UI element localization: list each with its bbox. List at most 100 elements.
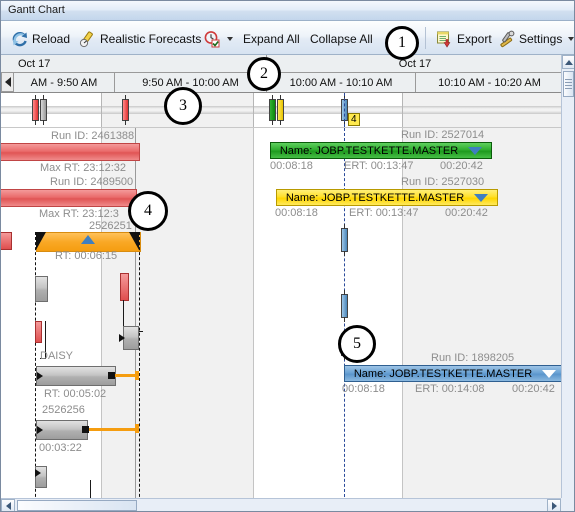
connector-end-marker [82, 426, 89, 433]
job-end-time: 00:20:42 [512, 383, 555, 395]
timeline-slot-0: AM - 9:50 AM [30, 76, 98, 89]
timeline-header: Oct 17 Oct 17 AM - 9:50 AM 9:50 AM - 10:… [1, 55, 574, 93]
job-name-label: Name: JOBP.TESTKETTE.MASTER [353, 367, 533, 380]
task-bar-red-small[interactable] [120, 273, 129, 301]
current-time-indicator [344, 93, 345, 127]
callout-5: 5 [338, 325, 376, 363]
task-bar-red-small[interactable] [1, 232, 12, 250]
timeline-slot-2: 10:00 AM - 10:10 AM [289, 76, 393, 89]
collapse-all-button[interactable]: Collapse All [306, 25, 377, 53]
gantt-chart-window: Gantt Chart Reload Realistic Forecasts E… [0, 0, 575, 512]
chevron-down-icon [568, 37, 574, 41]
task-run-id: 2526251 [89, 220, 132, 232]
task-bar-red[interactable] [1, 189, 137, 207]
timeline-slot-3: 10:10 AM - 10:20 AM [438, 76, 541, 89]
marker-blue[interactable] [341, 224, 348, 256]
task-run-id: 2526256 [42, 404, 85, 416]
connector-arrow-icon [37, 372, 43, 380]
dependency-link [115, 374, 137, 377]
collapse-triangle-icon[interactable] [468, 146, 483, 155]
export-button[interactable]: Export [432, 25, 496, 53]
settings-dropdown[interactable]: Settings [494, 25, 574, 53]
job-ert: ERT: 00:13:47 [344, 160, 414, 172]
dependency-link-end [135, 424, 139, 433]
marker-gray[interactable] [40, 95, 47, 125]
task-name: DAISY [40, 350, 74, 362]
connector-arrow-icon [119, 334, 125, 342]
callout-2: 2 [247, 57, 281, 91]
collapse-triangle-icon[interactable] [542, 369, 557, 378]
tools-icon [498, 30, 516, 48]
scroll-right-button[interactable] [547, 499, 561, 511]
task-rt: RT: 00:05:02 [44, 388, 107, 400]
job-bar-yellow[interactable]: Name: JOBP.TESTKETTE.MASTER [276, 189, 498, 206]
export-label: Export [457, 32, 492, 46]
task-max-rt: Max RT: 23:12:3 [39, 208, 119, 220]
marker-red[interactable] [32, 95, 39, 125]
gantt-canvas: Run ID: 2461388 Max RT: 23:12:32 Run ID:… [1, 128, 563, 511]
job-bar-green[interactable]: Name: JOBP.TESTKETTE.MASTER [270, 142, 492, 159]
dependency-link [89, 428, 137, 431]
timeline-scroll-left-button[interactable] [1, 72, 14, 92]
toolbar: Reload Realistic Forecasts Expand All Co… [1, 21, 574, 55]
arrow-right-icon [551, 501, 557, 510]
horizontal-scroll-thumb[interactable] [17, 500, 137, 511]
arrow-left-icon [4, 77, 11, 87]
scroll-left-button[interactable] [1, 499, 15, 511]
job-end-time: 00:20:42 [440, 160, 483, 172]
job-start-time: 00:08:18 [275, 207, 318, 219]
task-bar-gray[interactable] [123, 326, 139, 350]
marker-tag[interactable]: 4 [348, 113, 360, 126]
connector-arrow-icon [35, 469, 41, 477]
task-bar-red[interactable] [1, 143, 140, 161]
timeline-slot-row: AM - 9:50 AM 9:50 AM - 10:00 AM 10:00 AM… [14, 73, 561, 92]
callout-3: 3 [164, 87, 202, 125]
task-rt: 00:03:22 [39, 442, 82, 454]
export-icon [436, 30, 454, 48]
forecasts-label: Realistic Forecasts [100, 32, 202, 46]
collapse-all-label: Collapse All [310, 32, 373, 46]
arrow-left-icon [5, 501, 11, 510]
task-bar-gray[interactable] [36, 366, 116, 386]
vertical-scrollbar[interactable] [561, 55, 574, 498]
job-ert: ERT: 00:13:47 [349, 207, 419, 219]
job-bar-blue[interactable]: Name: JOBP.TESTKETTE.MASTER [344, 365, 563, 382]
timeline-marker-strip: 4 [1, 93, 563, 128]
expand-all-label: Expand All [243, 32, 300, 46]
clock-filter-icon [203, 30, 221, 48]
toolbar-separator [425, 27, 426, 49]
connector-end-marker [108, 372, 115, 379]
job-run-id: Run ID: 2527014 [401, 129, 485, 141]
arrow-up-icon [564, 59, 573, 65]
marker-red[interactable] [122, 95, 129, 125]
job-start-time: 00:08:18 [342, 383, 385, 395]
window-titlebar: Gantt Chart [1, 1, 574, 21]
marker-yellow[interactable] [277, 95, 284, 125]
horizontal-scrollbar[interactable] [1, 498, 561, 511]
timeline-day-1: Oct 17 [398, 57, 432, 70]
scroll-up-button[interactable] [562, 55, 574, 69]
filter-dropdown[interactable] [199, 25, 237, 53]
job-run-id: Run ID: 2527030 [401, 176, 485, 188]
marker-blue[interactable] [341, 290, 348, 322]
task-bar-gray[interactable] [36, 420, 88, 440]
task-run-id: Run ID: 2489500 [50, 176, 134, 188]
chevron-down-icon [227, 37, 233, 41]
reload-button[interactable]: Reload [7, 25, 74, 53]
gridline [253, 128, 254, 511]
marker-gridline [101, 93, 102, 127]
reload-label: Reload [32, 32, 71, 46]
ruler-pencil-icon [79, 30, 97, 48]
marker-green[interactable] [269, 95, 276, 125]
job-end-time: 00:20:42 [445, 207, 488, 219]
expand-all-button[interactable]: Expand All [239, 25, 304, 53]
marker-gridline [253, 93, 254, 127]
callout-4: 4 [128, 191, 168, 231]
task-max-rt: Max RT: 23:12:32 [40, 162, 127, 174]
settings-label: Settings [519, 32, 563, 46]
vertical-scroll-thumb[interactable] [563, 71, 574, 97]
forecasts-dropdown[interactable]: Realistic Forecasts [75, 25, 217, 53]
collapse-triangle-icon[interactable] [474, 193, 489, 202]
job-run-id: Run ID: 1898205 [431, 352, 515, 364]
job-name-label: Name: JOBP.TESTKETTE.MASTER [285, 191, 465, 204]
